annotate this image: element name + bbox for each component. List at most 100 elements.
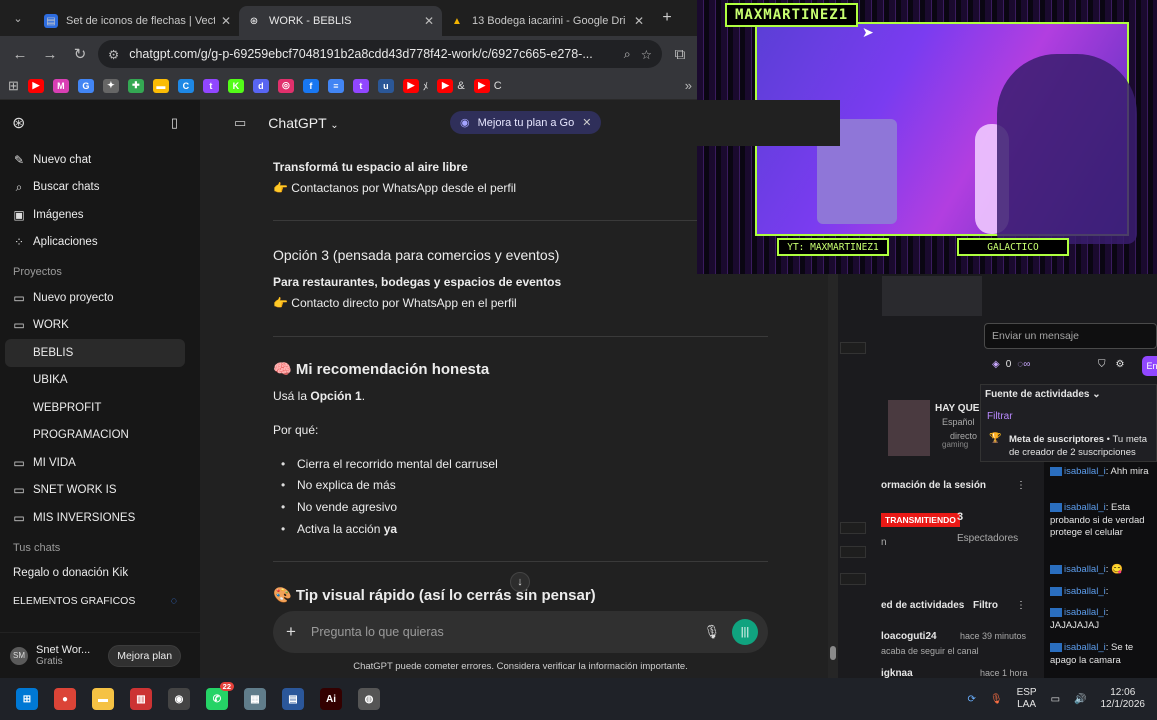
filter-button[interactable]: Filtro	[973, 600, 998, 611]
taskbar-app-icon[interactable]: ◉	[168, 688, 190, 710]
bookmark-icon[interactable]: C	[177, 78, 194, 93]
sidebar-project-programacion[interactable]: PROGRAMACION	[0, 422, 200, 450]
bookmark-icon[interactable]: f	[302, 78, 319, 93]
microphone-icon[interactable]: 🎙	[990, 694, 1003, 705]
bookmark-icon[interactable]: d	[252, 78, 269, 93]
sidebar-project-mis-inversiones[interactable]: ▭ MIS INVERSIONES	[0, 504, 200, 532]
bookmark-icon[interactable]: K	[227, 78, 244, 93]
close-icon[interactable]: ✕	[424, 14, 434, 28]
address-bar[interactable]: ⚙ chatgpt.com/g/g-p-69259ebcf7048191b2a8…	[98, 40, 662, 68]
close-icon[interactable]: ✕	[221, 14, 231, 28]
model-selector[interactable]: ChatGPT ⌄	[268, 115, 338, 131]
openai-logo-icon[interactable]: ⊛	[12, 113, 25, 133]
upgrade-plan-button[interactable]: Mejora plan	[108, 644, 182, 667]
more-bookmarks-icon[interactable]: »	[685, 78, 692, 93]
sidebar-project-mi-vida[interactable]: ▭ MI VIDA	[0, 449, 200, 477]
chat-item-elementos[interactable]: ELEMENTOS GRAFICOS ◌	[0, 587, 200, 615]
bookmark-icon[interactable]: ≡	[327, 78, 344, 93]
scroll-down-button[interactable]: ↓	[510, 572, 530, 592]
chat-username[interactable]: isaballal_i	[1064, 642, 1106, 653]
sidebar-item-buscar-chats[interactable]: ⌕ Buscar chats	[0, 174, 200, 202]
bookmark-label[interactable]: ﾒ	[423, 78, 429, 94]
bookmark-icon[interactable]: G	[77, 78, 94, 93]
close-icon[interactable]: ✕	[634, 14, 644, 28]
microphone-icon[interactable]: 🎙	[703, 624, 720, 640]
project-folder-icon[interactable]: ▭	[234, 115, 246, 131]
sidebar-project-webprofit[interactable]: WEBPROFIT	[0, 394, 200, 422]
taskbar-app-icon[interactable]: ▦	[244, 688, 266, 710]
bookmark-label[interactable]: &	[457, 80, 464, 92]
tab-work-beblis[interactable]: ⊛ WORK - BEBLIS ✕	[239, 6, 442, 36]
chat-username[interactable]: isaballal_i	[1064, 607, 1106, 618]
taskbar-app-icon[interactable]: ✆ 22	[206, 682, 234, 710]
taskbar-app-icon[interactable]: ⊞	[16, 688, 38, 710]
voice-mode-button[interactable]: |||	[732, 619, 758, 645]
chat-item-regalo[interactable]: Regalo o donación Kik	[0, 560, 200, 588]
forward-arrow-icon[interactable]: →	[38, 42, 62, 66]
sidebar-project-nuevo-proyecto[interactable]: ▭ Nuevo proyecto	[0, 284, 200, 312]
channel-points[interactable]: ◈ 0 ◌∞	[992, 359, 1030, 370]
bookmark-icon[interactable]: ▶	[473, 78, 490, 93]
chat-message-input[interactable]: Enviar un mensaje	[984, 323, 1157, 349]
sync-icon[interactable]: ⟳	[967, 694, 975, 705]
taskbar-app-icon[interactable]: Ai	[320, 688, 342, 710]
bookmark-icon[interactable]: ▶	[27, 78, 44, 93]
bookmark-icon[interactable]: u	[377, 78, 394, 93]
apps-grid-icon[interactable]: ⊞	[8, 78, 19, 94]
chat-username[interactable]: isaballal_i	[1064, 502, 1106, 513]
clock[interactable]: 12:06 12/1/2026	[1101, 687, 1146, 711]
tab-search-icon[interactable]: ⌄	[0, 0, 36, 36]
taskbar-app-icon[interactable]: ●	[54, 688, 76, 710]
taskbar-app-icon[interactable]: ◍	[358, 688, 380, 710]
search-lens-icon[interactable]: ⌕	[624, 47, 631, 62]
reload-icon[interactable]: ↻	[68, 42, 92, 66]
filter-link[interactable]: Filtrar	[987, 411, 1013, 422]
close-sidebar-icon[interactable]: ▯	[171, 115, 178, 131]
bookmark-icon[interactable]: ▬	[152, 78, 169, 93]
sidebar-project-work[interactable]: ▭ WORK	[0, 312, 200, 340]
bookmark-icon[interactable]: ✦	[102, 78, 119, 93]
prompt-input[interactable]: Pregunta lo que quieras	[311, 625, 691, 639]
bookmark-icon[interactable]: ◎	[277, 78, 294, 93]
sidebar-item-imágenes[interactable]: ▣ Imágenes	[0, 201, 200, 229]
bookmark-icon[interactable]: M	[52, 78, 69, 93]
bookmark-icon[interactable]: t	[352, 78, 369, 93]
sidebar-project-ubika[interactable]: UBIKA	[0, 367, 200, 395]
sidebar-item-nuevo-chat[interactable]: ✎ Nuevo chat	[0, 146, 200, 174]
sidebar-project-snet-work-is[interactable]: ▭ SNET WORK IS	[0, 477, 200, 505]
language-indicator[interactable]: ESP LAA	[1017, 687, 1037, 711]
tab-vectors[interactable]: ▤ Set de iconos de flechas | Vecto ✕	[36, 6, 239, 36]
bookmark-icon[interactable]: t	[202, 78, 219, 93]
bookmark-label[interactable]: C	[494, 80, 502, 92]
chat-username[interactable]: isaballal_i	[1064, 586, 1106, 597]
network-icon[interactable]: ▭	[1051, 694, 1060, 705]
activity-feed-title[interactable]: Fuente de actividades ⌄	[985, 389, 1101, 400]
back-arrow-icon[interactable]: ←	[8, 42, 32, 66]
upgrade-go-button[interactable]: ◉ Mejora tu plan a Go ✕	[450, 111, 602, 134]
sidebar-item-aplicaciones[interactable]: ⁘ Aplicaciones	[0, 229, 200, 257]
close-icon[interactable]: ✕	[582, 116, 591, 129]
bookmark-star-icon[interactable]: ☆	[641, 47, 652, 62]
tab-google-drive[interactable]: ▲ 13 Bodega iacarini - Google Dri ✕	[442, 6, 652, 36]
taskbar-app-icon[interactable]: ▬	[92, 688, 114, 710]
attach-plus-icon[interactable]: +	[283, 622, 299, 642]
bookmark-icon[interactable]: ▶	[437, 78, 454, 93]
shield-icon[interactable]: ⛉	[1098, 359, 1106, 370]
bookmark-icon[interactable]: ▶	[402, 78, 419, 93]
volume-icon[interactable]: 🔊	[1074, 694, 1086, 705]
extensions-icon[interactable]: ⧉	[668, 42, 692, 66]
gear-icon[interactable]: ⚙	[1116, 359, 1125, 370]
sidebar-project-beblis[interactable]: BEBLIS	[5, 339, 185, 367]
new-tab-button[interactable]: +	[652, 9, 682, 27]
more-options-icon[interactable]: ⋮	[1016, 600, 1026, 611]
scrollbar-thumb[interactable]	[830, 646, 836, 660]
chat-username[interactable]: isaballal_i	[1064, 466, 1106, 477]
send-chat-button[interactable]: En	[1142, 356, 1157, 376]
site-info-icon[interactable]: ⚙	[108, 47, 119, 62]
taskbar-app-icon[interactable]: ▤	[282, 688, 304, 710]
taskbar-app-icon[interactable]: ▥	[130, 688, 152, 710]
more-options-icon[interactable]: ⋮	[1016, 480, 1026, 491]
bookmark-icon[interactable]: ✚	[127, 78, 144, 93]
chat-username[interactable]: isaballal_i	[1064, 564, 1106, 575]
user-menu[interactable]: SM Snet Wor... Gratis Mejora plan	[0, 632, 200, 678]
